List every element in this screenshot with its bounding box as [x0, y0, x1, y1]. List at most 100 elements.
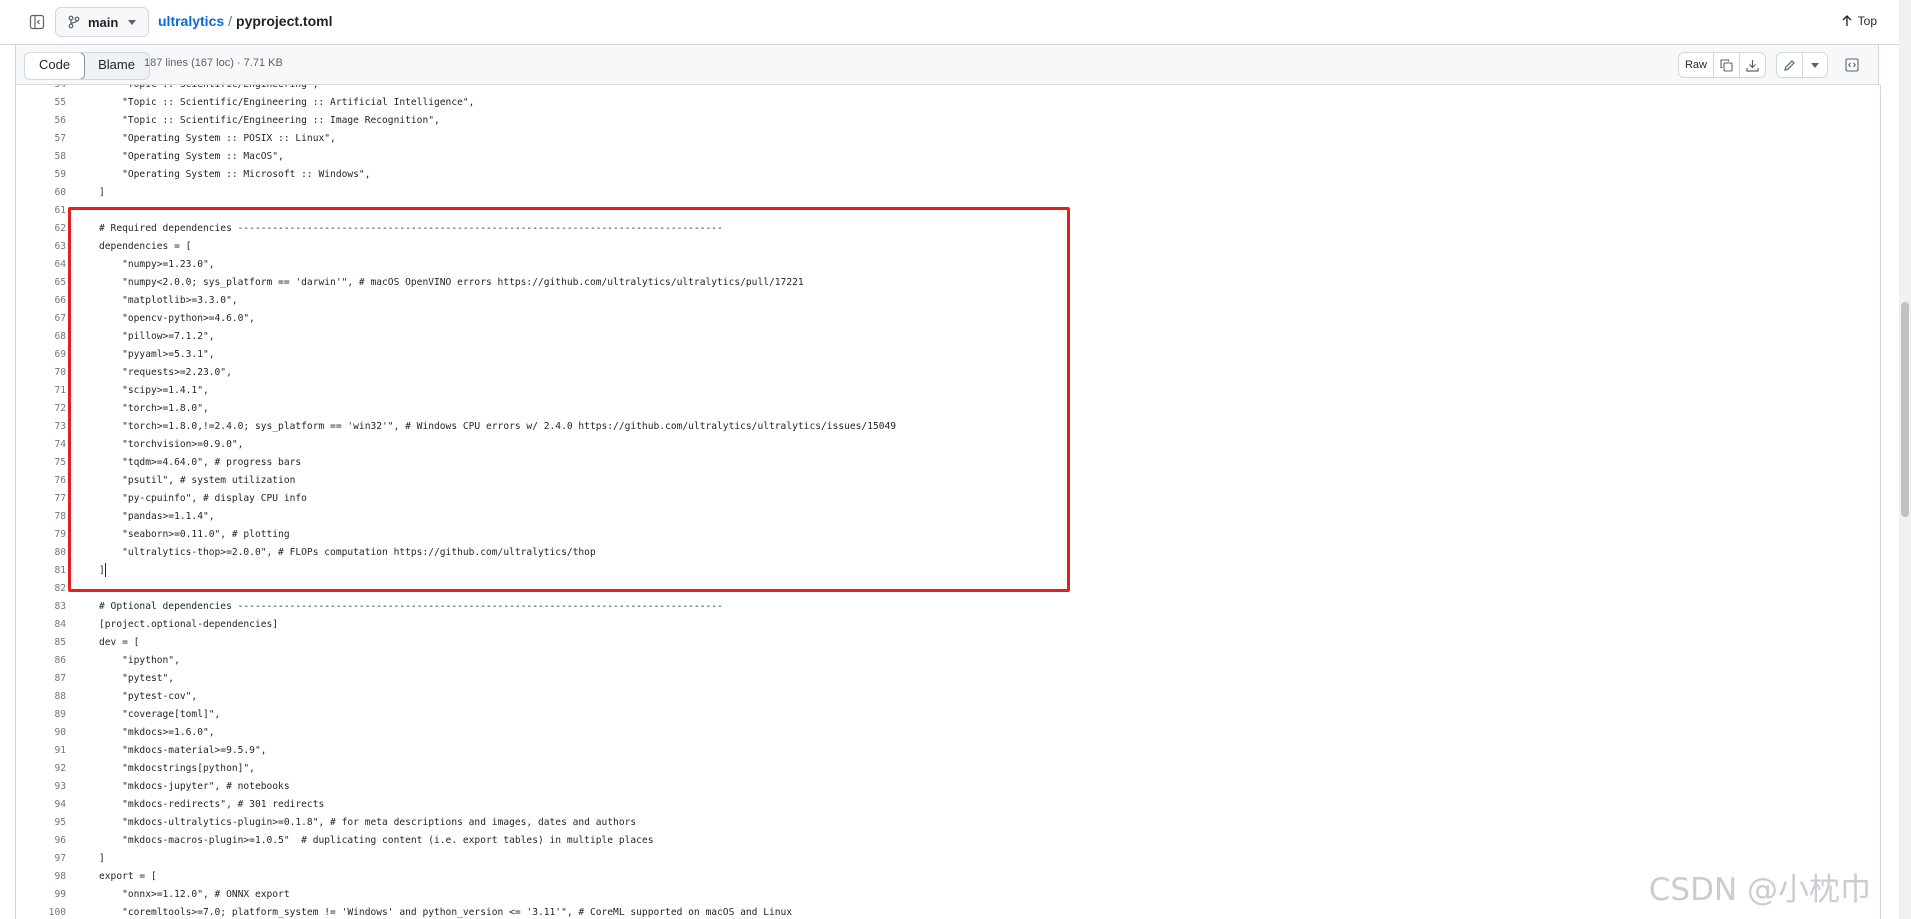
line-number[interactable]: 84: [16, 616, 66, 634]
breadcrumb: ultralytics / pyproject.toml: [158, 13, 333, 29]
github-file-view: main ultralytics / pyproject.toml Top Code…: [0, 0, 1911, 919]
line-number[interactable]: 78: [16, 508, 66, 526]
line-number[interactable]: 89: [16, 706, 66, 724]
line-text: "torch>=1.8.0,!=2.4.0; sys_platform == '…: [99, 421, 897, 432]
copy-raw-button[interactable]: [1714, 53, 1740, 77]
line-number[interactable]: 77: [16, 490, 66, 508]
code-line: 78 "pandas>=1.1.4",: [16, 508, 1880, 526]
line-number[interactable]: 95: [16, 814, 66, 832]
line-number[interactable]: 73: [16, 418, 66, 436]
code-line: 57 "Operating System :: POSIX :: Linux",: [16, 130, 1880, 148]
line-number[interactable]: 57: [16, 130, 66, 148]
tab-blame[interactable]: Blame: [84, 53, 149, 79]
line-number[interactable]: 66: [16, 292, 66, 310]
line-number[interactable]: 59: [16, 166, 66, 184]
page-scrollbar[interactable]: [1899, 0, 1911, 919]
line-number[interactable]: 72: [16, 400, 66, 418]
line-number[interactable]: 86: [16, 652, 66, 670]
line-number[interactable]: 94: [16, 796, 66, 814]
code-line: 71 "scipy>=1.4.1",: [16, 382, 1880, 400]
line-number[interactable]: 99: [16, 886, 66, 904]
line-text: "ipython",: [99, 655, 180, 666]
code-line: 55 "Topic :: Scientific/Engineering :: A…: [16, 94, 1880, 112]
sidebar-collapse-icon: [29, 14, 45, 30]
line-number[interactable]: 97: [16, 850, 66, 868]
code-line: 96 "mkdocs-macros-plugin>=1.0.5" # dupli…: [16, 832, 1880, 850]
line-number[interactable]: 100: [16, 904, 66, 919]
breadcrumb-repo-link[interactable]: ultralytics: [158, 13, 224, 29]
line-number[interactable]: 69: [16, 346, 66, 364]
top-button[interactable]: Top: [1842, 14, 1877, 28]
scrollbar-thumb[interactable]: [1901, 302, 1909, 517]
line-text: "Topic :: Scientific/Engineering :: Imag…: [99, 115, 440, 126]
breadcrumb-file-name: pyproject.toml: [236, 13, 333, 29]
line-text: # Required dependencies ----------------…: [99, 223, 723, 234]
edit-dropdown-button[interactable]: [1803, 53, 1827, 77]
line-number[interactable]: 70: [16, 364, 66, 382]
line-number[interactable]: 67: [16, 310, 66, 328]
line-number[interactable]: 60: [16, 184, 66, 202]
line-number[interactable]: 79: [16, 526, 66, 544]
line-number[interactable]: 80: [16, 544, 66, 562]
line-number[interactable]: 75: [16, 454, 66, 472]
code-line: 61: [16, 202, 1880, 220]
code-line: 97]: [16, 850, 1880, 868]
line-number[interactable]: 74: [16, 436, 66, 454]
line-number[interactable]: 71: [16, 382, 66, 400]
line-number[interactable]: 62: [16, 220, 66, 238]
edit-actions-group: [1776, 52, 1828, 78]
line-content: "Topic :: Scientific/Engineering",: [99, 85, 318, 94]
symbols-panel-button[interactable]: [1838, 52, 1866, 78]
line-number[interactable]: 92: [16, 760, 66, 778]
line-number[interactable]: 64: [16, 256, 66, 274]
edit-file-button[interactable]: [1777, 53, 1803, 77]
line-text: "pyyaml>=5.3.1",: [99, 349, 215, 360]
branch-selector[interactable]: main: [55, 7, 149, 37]
raw-button[interactable]: Raw: [1679, 53, 1714, 77]
line-text: "onnx>=1.12.0", # ONNX export: [99, 889, 290, 900]
line-text: "pillow>=7.1.2",: [99, 331, 215, 342]
line-number[interactable]: 85: [16, 634, 66, 652]
line-number[interactable]: 55: [16, 94, 66, 112]
line-content: "Topic :: Scientific/Engineering :: Imag…: [99, 112, 440, 130]
line-content: "pandas>=1.1.4",: [99, 508, 214, 526]
code-line: 70 "requests>=2.23.0",: [16, 364, 1880, 382]
line-text: # Optional dependencies ----------------…: [99, 601, 723, 612]
line-number[interactable]: 68: [16, 328, 66, 346]
line-number[interactable]: 83: [16, 598, 66, 616]
line-number[interactable]: 93: [16, 778, 66, 796]
line-content: "ultralytics-thop>=2.0.0", # FLOPs compu…: [99, 544, 596, 562]
caret-down-icon: [1811, 62, 1819, 68]
line-number[interactable]: 87: [16, 670, 66, 688]
code-line: 72 "torch>=1.8.0",: [16, 400, 1880, 418]
line-number[interactable]: 96: [16, 832, 66, 850]
line-number[interactable]: 56: [16, 112, 66, 130]
line-content: "mkdocstrings[python]",: [99, 760, 255, 778]
line-number[interactable]: 98: [16, 868, 66, 886]
code-line: 60]: [16, 184, 1880, 202]
line-text: "pytest-cov",: [99, 691, 198, 702]
line-number[interactable]: 81: [16, 562, 66, 580]
code-viewer[interactable]: 54 "Topic :: Scientific/Engineering",55 …: [15, 85, 1881, 919]
line-content: export = [: [99, 868, 157, 886]
line-number[interactable]: 65: [16, 274, 66, 292]
line-number[interactable]: 76: [16, 472, 66, 490]
download-button[interactable]: [1740, 53, 1765, 77]
breadcrumb-separator: /: [228, 13, 233, 29]
line-number[interactable]: 61: [16, 202, 66, 220]
line-number[interactable]: 58: [16, 148, 66, 166]
line-content: "mkdocs-material>=9.5.9",: [99, 742, 266, 760]
code-line: 54 "Topic :: Scientific/Engineering",: [16, 85, 1880, 94]
line-number[interactable]: 82: [16, 580, 66, 598]
line-content: "tqdm>=4.64.0", # progress bars: [99, 454, 301, 472]
sidebar-toggle-button[interactable]: [26, 12, 48, 32]
code-line: 95 "mkdocs-ultralytics-plugin>=0.1.8", #…: [16, 814, 1880, 832]
line-number[interactable]: 88: [16, 688, 66, 706]
line-number[interactable]: 63: [16, 238, 66, 256]
line-content: "ipython",: [99, 652, 180, 670]
line-number[interactable]: 91: [16, 742, 66, 760]
code-line: 68 "pillow>=7.1.2",: [16, 328, 1880, 346]
tab-code[interactable]: Code: [24, 53, 86, 79]
line-number[interactable]: 90: [16, 724, 66, 742]
line-number[interactable]: 54: [16, 85, 66, 94]
